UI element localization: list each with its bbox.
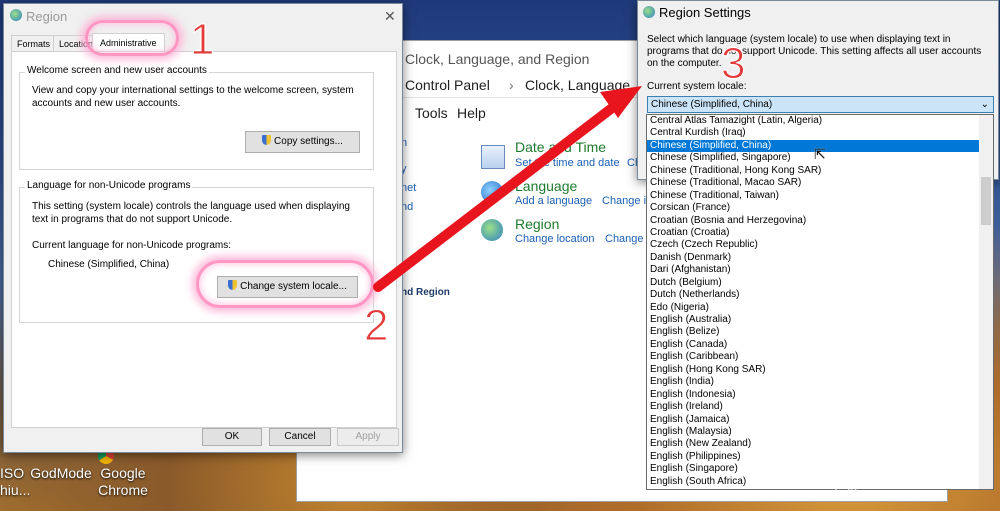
watermark-logo: Bai du 经验: [770, 419, 931, 452]
watermark-url: jingyan.baidu.com: [835, 477, 932, 491]
